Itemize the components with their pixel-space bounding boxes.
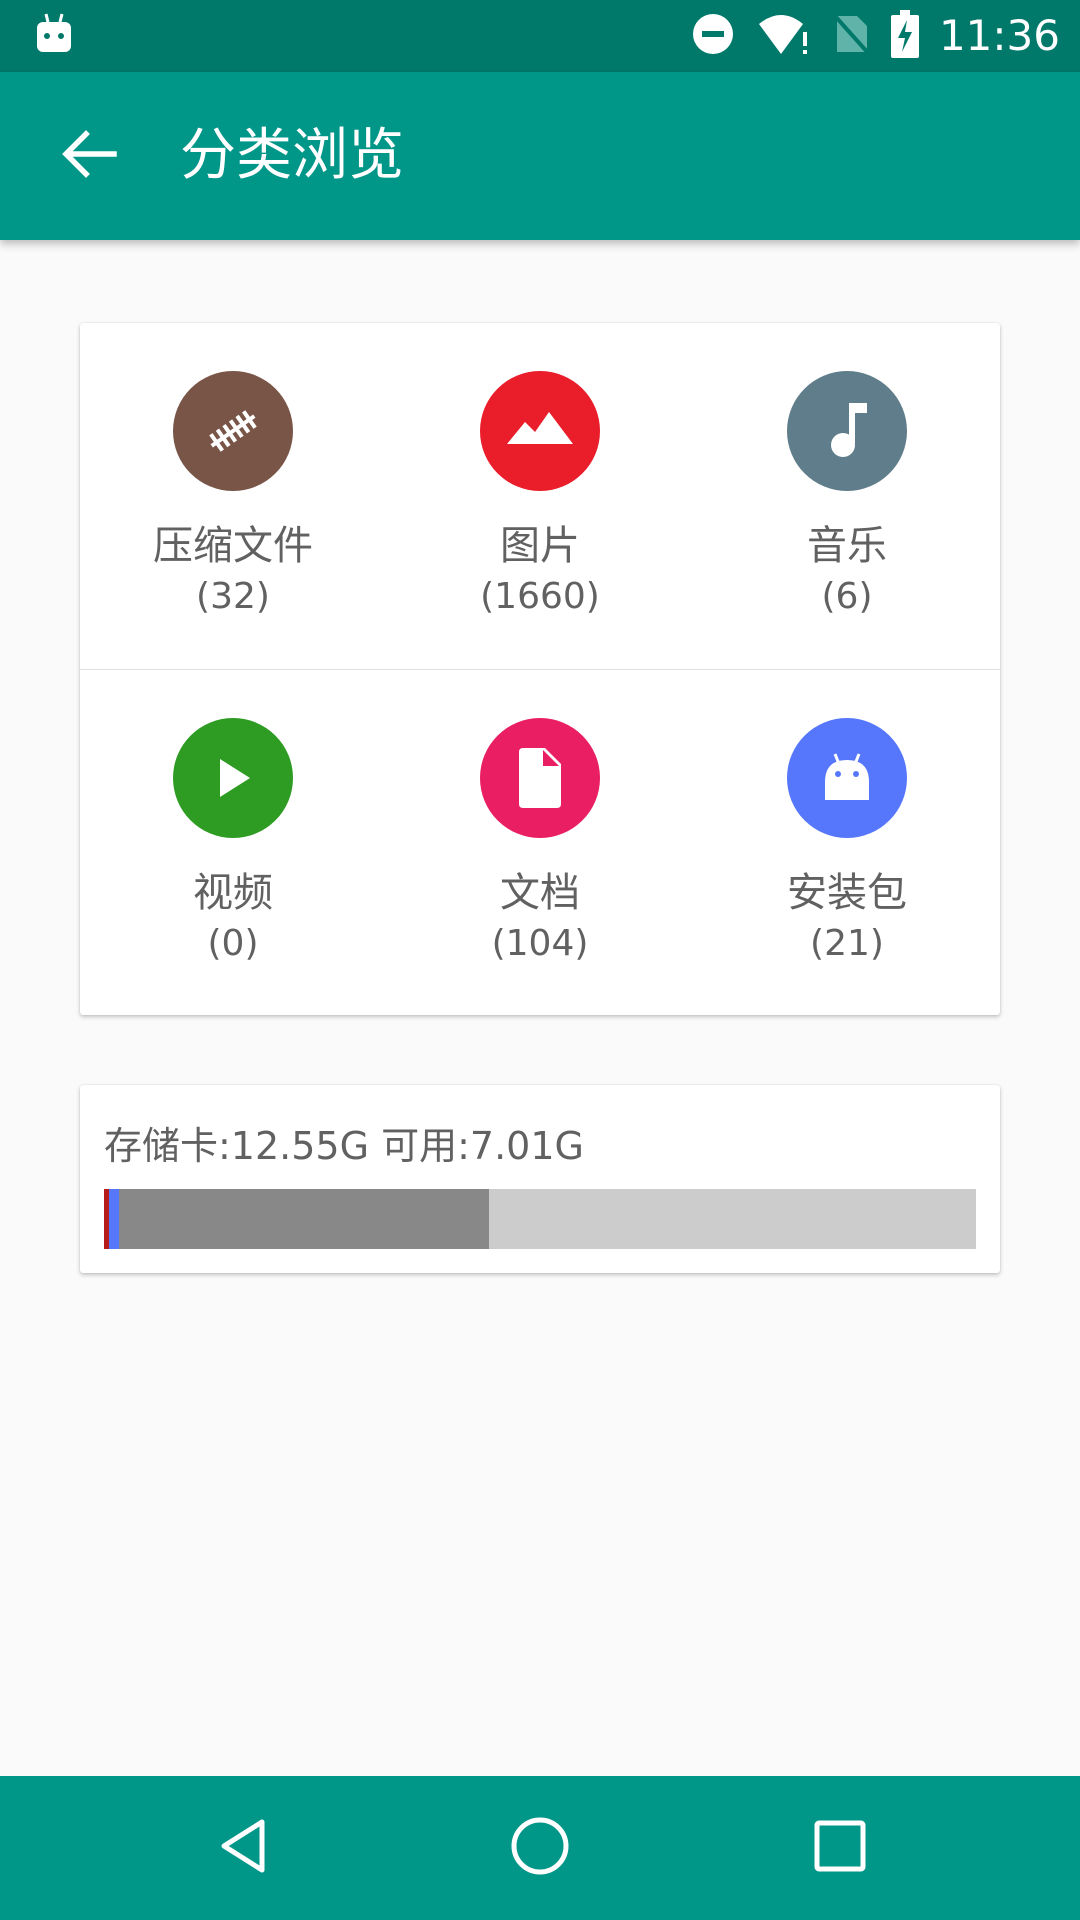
category-count: (6) (821, 576, 873, 617)
image-icon (480, 371, 600, 491)
storage-summary: 存储卡:12.55G 可用:7.01G (104, 1124, 584, 1168)
category-archives[interactable]: 压缩文件 (32) (80, 323, 386, 669)
android-icon (787, 718, 907, 838)
category-videos[interactable]: 视频 (0) (80, 670, 386, 1016)
arrow-back-icon (56, 122, 120, 190)
play-icon (173, 718, 293, 838)
category-row: 压缩文件 (32) 图片 (1660) 音乐 (6) (80, 323, 1000, 669)
category-count: (0) (207, 923, 259, 964)
home-nav-icon (510, 1816, 570, 1880)
status-time: 11:36 (938, 11, 1060, 60)
battery-charging-icon (890, 10, 919, 62)
category-count: (1660) (480, 576, 600, 617)
storage-usage-segment (118, 1189, 489, 1249)
category-apks[interactable]: 安装包 (21) (694, 670, 1000, 1016)
no-sim-icon (831, 12, 871, 60)
nav-back-button[interactable] (194, 1800, 290, 1896)
nav-home-button[interactable] (492, 1800, 588, 1896)
recents-nav-icon (812, 1818, 868, 1878)
nav-recents-button[interactable] (792, 1800, 888, 1896)
page-title: 分类浏览 (180, 123, 404, 188)
category-grid: 压缩文件 (32) 图片 (1660) 音乐 (6) 视频 (0) 文档 (10… (80, 323, 1000, 1015)
back-button[interactable] (40, 108, 136, 204)
category-label: 视频 (193, 870, 273, 916)
navigation-bar (0, 1776, 1080, 1920)
category-label: 安装包 (787, 870, 907, 916)
wifi-icon (755, 12, 811, 60)
do-not-disturb-icon (691, 12, 735, 60)
category-row: 视频 (0) 文档 (104) 安装包 (21) (80, 669, 1000, 1016)
category-music[interactable]: 音乐 (6) (694, 323, 1000, 669)
category-images[interactable]: 图片 (1660) (387, 323, 693, 669)
document-icon (480, 718, 600, 838)
music-note-icon (787, 371, 907, 491)
android-debug-icon (36, 12, 72, 60)
category-count: (104) (491, 923, 589, 964)
category-label: 音乐 (807, 523, 887, 569)
zip-icon (173, 371, 293, 491)
storage-card[interactable]: 存储卡:12.55G 可用:7.01G (80, 1085, 1000, 1273)
app-bar: 分类浏览 (0, 72, 1080, 240)
storage-usage-segment (109, 1189, 119, 1249)
category-documents[interactable]: 文档 (104) (387, 670, 693, 1016)
status-bar: 11:36 (0, 0, 1080, 72)
category-count: (21) (810, 923, 884, 964)
storage-usage-bar (104, 1189, 976, 1249)
back-nav-icon (212, 1816, 272, 1880)
category-label: 压缩文件 (153, 523, 313, 569)
category-label: 文档 (500, 870, 580, 916)
category-count: (32) (196, 576, 270, 617)
category-label: 图片 (500, 523, 580, 569)
